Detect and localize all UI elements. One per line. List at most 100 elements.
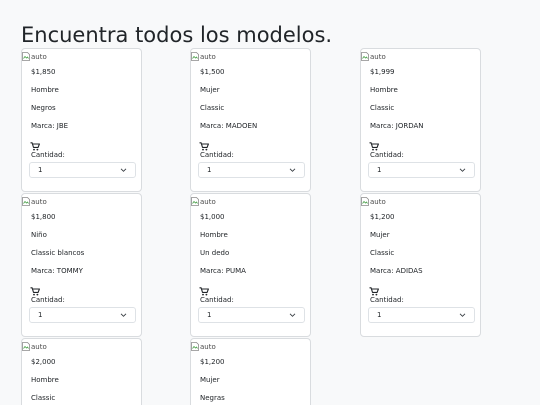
- cart-icon[interactable]: [369, 287, 379, 296]
- quantity-label: Cantidad:: [370, 151, 404, 159]
- product-card: auto $1,000 Hombre Un dedo Marca: PUMA C…: [190, 193, 311, 337]
- product-gender: Mujer: [200, 376, 220, 384]
- product-price: $1,000: [200, 213, 225, 221]
- product-card: auto $1,999 Hombre Classic Marca: JORDAN…: [360, 48, 481, 192]
- product-gender: Hombre: [370, 86, 398, 94]
- quantity-select[interactable]: 1: [29, 162, 136, 178]
- chevron-down-icon: [120, 167, 127, 173]
- quantity-select[interactable]: 1: [29, 307, 136, 323]
- broken-image-icon: [191, 52, 199, 61]
- image-alt-text: auto: [31, 342, 47, 351]
- quantity-select[interactable]: 1: [198, 162, 305, 178]
- page-title: Encuentra todos los modelos.: [21, 23, 333, 47]
- product-price: $1,200: [200, 358, 225, 366]
- cart-icon[interactable]: [30, 287, 40, 296]
- quantity-value: 1: [207, 166, 212, 174]
- product-price: $1,800: [31, 213, 56, 221]
- product-brand: Marca: JBE: [31, 122, 68, 131]
- product-price: $2,000: [31, 358, 56, 366]
- image-alt-text: auto: [31, 52, 47, 61]
- product-brand: Marca: PUMA: [200, 267, 246, 276]
- image-alt-text: auto: [31, 197, 47, 206]
- quantity-label: Cantidad:: [31, 151, 65, 159]
- product-card: auto $1,800 Niño Classic blancos Marca: …: [21, 193, 142, 337]
- brand-prefix: Marca:: [31, 122, 55, 130]
- cart-icon[interactable]: [199, 287, 209, 296]
- product-style: Classic: [370, 104, 395, 112]
- broken-image-icon: [361, 197, 369, 206]
- product-brand: Marca: TOMMY: [31, 267, 83, 276]
- image-alt-text: auto: [370, 197, 386, 206]
- brand-name: TOMMY: [56, 267, 83, 275]
- product-image: auto: [191, 341, 216, 352]
- product-image: auto: [191, 51, 216, 62]
- brand-name: JBE: [56, 122, 69, 130]
- quantity-value: 1: [207, 311, 212, 319]
- product-image: auto: [22, 341, 47, 352]
- product-card: auto $1,200 Mujer Classic Marca: ADIDAS …: [360, 193, 481, 337]
- quantity-value: 1: [377, 311, 382, 319]
- product-gender: Mujer: [200, 86, 220, 94]
- brand-name: PUMA: [225, 267, 246, 275]
- cart-icon[interactable]: [199, 142, 209, 151]
- image-alt-text: auto: [200, 342, 216, 351]
- broken-image-icon: [361, 52, 369, 61]
- product-gender: Hombre: [200, 231, 228, 239]
- product-gender: Mujer: [370, 231, 390, 239]
- chevron-down-icon: [459, 167, 466, 173]
- product-style: Negras: [200, 394, 225, 402]
- product-price: $1,850: [31, 68, 56, 76]
- product-image: auto: [361, 196, 386, 207]
- quantity-label: Cantidad:: [370, 296, 404, 304]
- product-gender: Niño: [31, 231, 47, 239]
- image-alt-text: auto: [200, 52, 216, 61]
- product-gender: Hombre: [31, 86, 59, 94]
- product-style: Classic: [31, 394, 56, 402]
- product-style: Negros: [31, 104, 56, 112]
- brand-prefix: Marca:: [200, 122, 224, 130]
- cart-icon[interactable]: [369, 142, 379, 151]
- quantity-label: Cantidad:: [31, 296, 65, 304]
- quantity-value: 1: [38, 311, 43, 319]
- brand-prefix: Marca:: [200, 267, 224, 275]
- broken-image-icon: [191, 197, 199, 206]
- product-price: $1,200: [370, 213, 395, 221]
- chevron-down-icon: [120, 312, 127, 318]
- chevron-down-icon: [289, 167, 296, 173]
- quantity-value: 1: [377, 166, 382, 174]
- broken-image-icon: [191, 342, 199, 351]
- product-card: auto $1,850 Hombre Negros Marca: JBE Can…: [21, 48, 142, 192]
- quantity-value: 1: [38, 166, 43, 174]
- product-card: auto $2,000 Hombre Classic: [21, 338, 142, 405]
- brand-name: MADOEN: [225, 122, 258, 130]
- quantity-select[interactable]: 1: [368, 162, 475, 178]
- product-brand: Marca: MADOEN: [200, 122, 257, 131]
- product-style: Classic blancos: [31, 249, 85, 257]
- brand-prefix: Marca:: [31, 267, 55, 275]
- product-style: Classic: [370, 249, 395, 257]
- brand-name: ADIDAS: [395, 267, 423, 275]
- chevron-down-icon: [289, 312, 296, 318]
- product-image: auto: [22, 51, 47, 62]
- broken-image-icon: [22, 342, 30, 351]
- cart-icon[interactable]: [30, 142, 40, 151]
- quantity-label: Cantidad:: [200, 151, 234, 159]
- quantity-select[interactable]: 1: [368, 307, 475, 323]
- product-price: $1,999: [370, 68, 395, 76]
- product-image: auto: [22, 196, 47, 207]
- broken-image-icon: [22, 52, 30, 61]
- image-alt-text: auto: [200, 197, 216, 206]
- brand-prefix: Marca:: [370, 122, 394, 130]
- chevron-down-icon: [459, 312, 466, 318]
- product-price: $1,500: [200, 68, 225, 76]
- product-brand: Marca: ADIDAS: [370, 267, 423, 276]
- brand-prefix: Marca:: [370, 267, 394, 275]
- image-alt-text: auto: [370, 52, 386, 61]
- product-style: Classic: [200, 104, 225, 112]
- quantity-select[interactable]: 1: [198, 307, 305, 323]
- brand-name: JORDAN: [395, 122, 424, 130]
- quantity-label: Cantidad:: [200, 296, 234, 304]
- product-style: Un dedo: [200, 249, 230, 257]
- product-brand: Marca: JORDAN: [370, 122, 424, 131]
- product-image: auto: [191, 196, 216, 207]
